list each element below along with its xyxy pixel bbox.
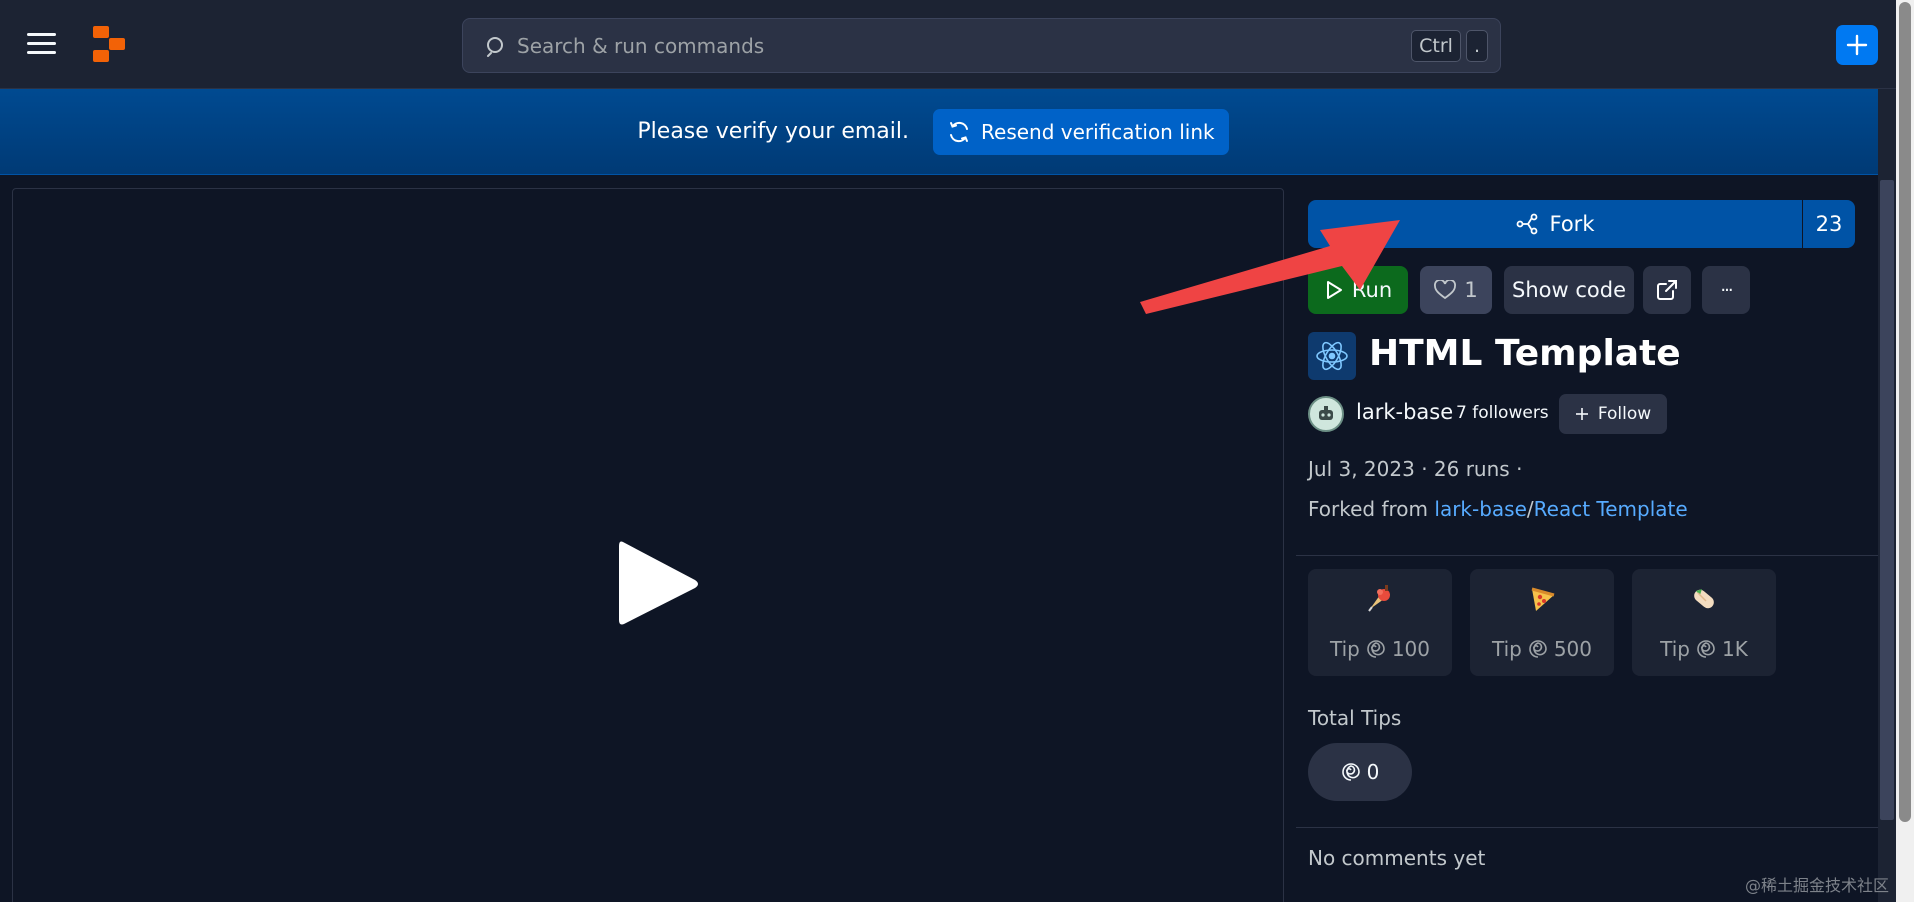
search-icon [487, 36, 503, 57]
fork-count[interactable]: 23 [1803, 200, 1855, 248]
like-button[interactable]: 1 [1420, 266, 1492, 314]
external-link-icon [1657, 280, 1677, 300]
like-count: 1 [1464, 278, 1478, 302]
tip-label: Tip [1491, 637, 1522, 661]
top-bar: Search & run commands Ctrl . [0, 0, 1914, 89]
followers-count[interactable]: 7 followers [1456, 403, 1549, 423]
resend-verification-button[interactable]: Resend verification link [933, 108, 1229, 155]
tip-text: Tip 100 [1308, 637, 1452, 661]
run-label: Run [1351, 278, 1393, 302]
shortcut-hint: Ctrl . [1411, 30, 1488, 62]
tip-card-100[interactable]: Tip 100 [1308, 569, 1452, 676]
forked-user-link[interactable]: lark-base [1434, 497, 1527, 521]
play-icon[interactable] [611, 534, 711, 634]
fork-label: Fork [1549, 212, 1595, 236]
menu-icon[interactable] [27, 33, 56, 55]
divider [1296, 555, 1878, 556]
repl-date: Jul 3, 2023 [1308, 457, 1415, 481]
window-scrollbar-thumb[interactable] [1899, 2, 1911, 822]
ice-cream-icon [1368, 585, 1390, 612]
cycles-icon [1367, 640, 1385, 658]
show-code-button[interactable]: Show code [1504, 266, 1634, 314]
replit-logo[interactable] [93, 26, 125, 62]
cycles-icon [1697, 640, 1715, 658]
repl-meta: Jul 3, 2023 · 26 runs · [1308, 457, 1523, 481]
refresh-icon [950, 121, 969, 142]
author-name[interactable]: lark-base [1356, 400, 1453, 424]
tip-text: Tip 1K [1632, 637, 1776, 661]
tip-label: Tip [1329, 637, 1360, 661]
tip-label: Tip [1660, 637, 1690, 661]
tip-card-1k[interactable]: Tip 1K [1632, 569, 1776, 676]
follow-label: Follow [1597, 404, 1652, 424]
watermark: @稀土掘金技术社区 [1745, 876, 1890, 895]
tip-text: Tip 500 [1470, 637, 1614, 661]
tip-amount: 500 [1553, 637, 1593, 661]
follow-button[interactable]: Follow [1559, 394, 1667, 434]
react-icon [1316, 341, 1348, 371]
search-placeholder: Search & run commands [517, 33, 765, 58]
more-options-button[interactable]: ··· [1702, 266, 1750, 314]
plus-icon [1846, 34, 1868, 56]
fork-button[interactable]: Fork [1308, 200, 1802, 248]
cycles-icon [1529, 640, 1547, 658]
tip-amount: 100 [1391, 637, 1431, 661]
heart-icon [1434, 280, 1457, 300]
repl-language-icon [1308, 332, 1356, 380]
total-tips-amount: 0 [1366, 760, 1380, 784]
total-tips-value: 0 [1308, 743, 1412, 801]
tip-amount: 1K [1722, 637, 1748, 661]
show-code-label: Show code [1512, 278, 1626, 302]
resend-label: Resend verification link [981, 119, 1215, 144]
pizza-icon [1531, 587, 1555, 611]
more-icon: ··· [1720, 279, 1733, 301]
no-comments-text: No comments yet [1308, 846, 1486, 870]
open-external-button[interactable] [1643, 266, 1691, 314]
fork-icon [1516, 213, 1537, 235]
forked-from: Forked from lark-base/React Template [1308, 497, 1688, 521]
run-button[interactable]: Run [1308, 266, 1408, 314]
avatar-icon [1319, 406, 1333, 420]
repl-runs: 26 runs [1433, 457, 1510, 481]
play-small-icon [1326, 281, 1342, 299]
search-input[interactable]: Search & run commands Ctrl . [462, 18, 1501, 73]
repl-title: HTML Template [1369, 333, 1681, 374]
forked-prefix: Forked from [1308, 497, 1429, 521]
plus-icon [1575, 408, 1588, 420]
kbd-ctrl: Ctrl [1411, 30, 1461, 62]
tip-card-500[interactable]: Tip 500 [1470, 569, 1614, 676]
kbd-dot: . [1465, 30, 1488, 62]
banner-text: Please verify your email. [637, 119, 910, 144]
repl-preview[interactable] [12, 188, 1284, 902]
burrito-icon [1694, 589, 1714, 609]
divider [1296, 827, 1878, 828]
forked-repl-link[interactable]: React Template [1534, 497, 1688, 521]
total-tips-label: Total Tips [1308, 706, 1402, 730]
verify-email-banner: Please verify your email. Resend verific… [0, 89, 1896, 175]
panel-scrollbar-thumb[interactable] [1880, 180, 1894, 820]
author-avatar[interactable] [1308, 396, 1344, 432]
cycles-icon [1341, 763, 1360, 781]
forked-separator: / [1526, 497, 1534, 521]
create-button[interactable] [1836, 25, 1878, 65]
